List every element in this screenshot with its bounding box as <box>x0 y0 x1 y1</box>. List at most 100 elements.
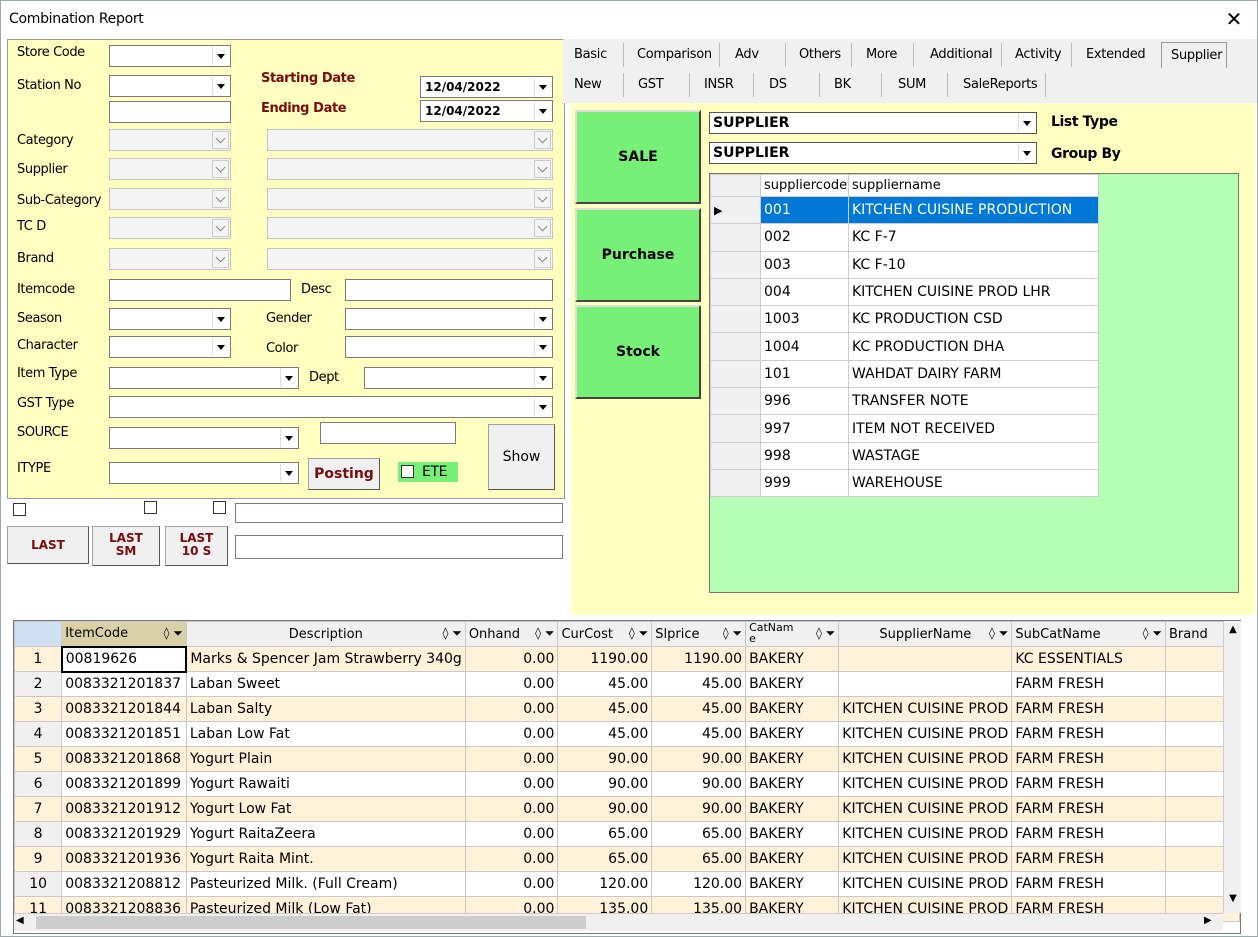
sort-filter-icon[interactable]: ◊ ⏷ <box>535 626 554 641</box>
row-header[interactable] <box>710 414 761 443</box>
supplier-code-cell[interactable]: 001 <box>760 195 849 225</box>
chevron-down-icon[interactable] <box>280 369 297 387</box>
sort-filter-icon[interactable]: ◊ ⏷ <box>989 626 1008 641</box>
table-cell[interactable]: 0.00 <box>464 771 559 797</box>
table-cell[interactable]: KITCHEN CUISINE PROD <box>838 721 1013 747</box>
table-cell[interactable]: 65.00 <box>557 821 653 847</box>
row-header[interactable] <box>710 277 761 307</box>
supplier-code-cell[interactable]: 1003 <box>760 305 849 334</box>
row-header[interactable] <box>710 359 761 389</box>
posting-button[interactable]: Posting <box>308 458 380 490</box>
scroll-left-icon[interactable]: ◀ <box>16 915 30 930</box>
table-cell[interactable]: Marks & Spencer Jam Strawberry 340g <box>185 646 466 672</box>
table-cell[interactable]: Yogurt RaitaZeera <box>185 821 466 847</box>
scroll-right-icon[interactable]: ▶ <box>1204 915 1218 930</box>
last-button[interactable]: LAST <box>7 526 89 564</box>
itype-select[interactable] <box>109 462 299 484</box>
table-cell[interactable]: 0083321201844 <box>61 696 187 722</box>
table-cell[interactable]: Laban Sweet <box>185 671 466 697</box>
last-10s-button[interactable]: LAST 10 S <box>165 526 228 566</box>
option-checkbox-3[interactable] <box>213 501 226 514</box>
chevron-down-icon[interactable] <box>212 160 229 178</box>
table-cell[interactable]: 45.00 <box>651 671 747 697</box>
table-cell[interactable]: 120.00 <box>651 871 747 897</box>
table-cell[interactable]: 0.00 <box>464 796 559 822</box>
col-header-suppliercode[interactable]: suppliercode <box>760 174 849 197</box>
table-cell[interactable]: BAKERY <box>745 696 840 722</box>
row-number[interactable]: 8 <box>14 821 63 847</box>
supplier-name-cell[interactable]: KITCHEN CUISINE PROD LHR <box>848 277 1099 307</box>
supplier-row[interactable]: 004 KITCHEN CUISINE PROD LHR <box>710 277 1099 307</box>
supplier-name-cell[interactable]: KC F-10 <box>848 250 1099 279</box>
table-row[interactable]: 9 0083321201936 Yogurt Raita Mint. 0.00 65.0… <box>14 846 1240 872</box>
table-cell[interactable]: 45.00 <box>557 671 653 697</box>
category-select[interactable] <box>109 129 231 151</box>
table-row[interactable]: 3 0083321201844 Laban Salty 0.00 45.00 45.00 B… <box>14 696 1240 722</box>
row-number[interactable]: 2 <box>14 671 63 697</box>
table-cell[interactable]: FARM FRESH <box>1011 696 1166 722</box>
sub-category-select[interactable] <box>109 188 231 210</box>
col-header-onhand[interactable]: Onhand ◊ ⏷ <box>464 621 559 647</box>
table-cell[interactable]: BAKERY <box>745 846 840 872</box>
row-header[interactable] <box>710 441 761 470</box>
group-by-select[interactable]: SUPPLIER <box>709 142 1037 164</box>
table-cell[interactable]: 1190.00 <box>557 646 653 672</box>
chevron-down-icon[interactable] <box>534 338 551 356</box>
supplier-row[interactable]: 003 KC F-10 <box>710 250 1099 279</box>
table-cell[interactable]: 90.00 <box>557 796 653 822</box>
table-cell[interactable]: KITCHEN CUISINE PROD <box>838 871 1013 897</box>
source-select[interactable] <box>109 427 299 449</box>
table-cell[interactable]: BAKERY <box>745 746 840 772</box>
supplier-row[interactable]: ▶ 001 KITCHEN CUISINE PRODUCTION <box>710 195 1099 225</box>
table-cell[interactable]: 65.00 <box>651 846 747 872</box>
table-cell[interactable]: 0.00 <box>464 746 559 772</box>
table-cell[interactable]: 0.00 <box>464 871 559 897</box>
table-row[interactable]: 6 0083321201899 Yogurt Rawaiti 0.00 90.00 90.… <box>14 771 1240 797</box>
supplier-row[interactable]: 998 WASTAGE <box>710 441 1099 470</box>
table-row[interactable]: 5 0083321201868 Yogurt Plain 0.00 90.00 90.00… <box>14 746 1240 772</box>
table-cell[interactable]: 00819626 <box>60 645 188 673</box>
table-cell[interactable]: BAKERY <box>745 646 840 672</box>
row-header[interactable] <box>710 332 761 361</box>
status-text-field-2[interactable] <box>235 535 563 559</box>
chevron-down-icon[interactable] <box>534 78 551 96</box>
row-number[interactable]: 6 <box>14 771 63 797</box>
tab-ds[interactable]: DS <box>769 77 787 92</box>
row-number[interactable]: 5 <box>14 746 63 772</box>
row-header[interactable]: ▶ <box>710 195 761 225</box>
supplier-name-cell[interactable]: KITCHEN CUISINE PRODUCTION <box>848 195 1099 225</box>
sort-filter-icon[interactable]: ◊ ⏷ <box>163 626 182 641</box>
chevron-down-icon[interactable] <box>534 310 551 328</box>
table-cell[interactable]: 0083321208812 <box>61 871 187 897</box>
table-row[interactable]: 8 0083321201929 Yogurt RaitaZeera 0.00 65.00… <box>14 821 1240 847</box>
gst-type-select[interactable] <box>109 396 553 418</box>
chevron-down-icon[interactable] <box>534 102 551 120</box>
table-cell[interactable]: BAKERY <box>745 671 840 697</box>
table-cell[interactable]: 1190.00 <box>651 646 747 672</box>
chevron-down-icon[interactable] <box>534 369 551 387</box>
status-text-field-1[interactable] <box>235 503 563 523</box>
source-text-field[interactable] <box>320 422 456 444</box>
chevron-down-icon[interactable] <box>1018 144 1035 162</box>
table-cell[interactable]: FARM FRESH <box>1011 746 1166 772</box>
table-cell[interactable]: 90.00 <box>557 771 653 797</box>
table-cell[interactable] <box>838 646 1013 672</box>
chevron-down-icon[interactable] <box>534 160 551 178</box>
tab-activity[interactable]: Activity <box>1015 47 1062 62</box>
table-row[interactable]: 2 0083321201837 Laban Sweet 0.00 45.00 45.00 B… <box>14 671 1240 697</box>
purchase-button[interactable]: Purchase <box>575 208 701 302</box>
table-cell[interactable]: 0083321201936 <box>61 846 187 872</box>
table-cell[interactable]: 120.00 <box>557 871 653 897</box>
supplier-code-cell[interactable]: 003 <box>760 250 849 279</box>
station-text-field[interactable] <box>109 101 231 123</box>
chevron-down-icon[interactable] <box>212 219 229 237</box>
color-select[interactable] <box>345 336 553 358</box>
supplier-desc-select[interactable] <box>267 158 553 180</box>
table-row[interactable]: 4 0083321201851 Laban Low Fat 0.00 45.00 45.0… <box>14 721 1240 747</box>
table-cell[interactable]: Laban Low Fat <box>185 721 466 747</box>
tab-gst[interactable]: GST <box>638 77 664 92</box>
supplier-row[interactable]: 002 KC F-7 <box>710 223 1099 252</box>
table-cell[interactable]: 0083321201912 <box>61 796 187 822</box>
table-cell[interactable]: 0083321201868 <box>61 746 187 772</box>
table-cell[interactable]: BAKERY <box>745 871 840 897</box>
